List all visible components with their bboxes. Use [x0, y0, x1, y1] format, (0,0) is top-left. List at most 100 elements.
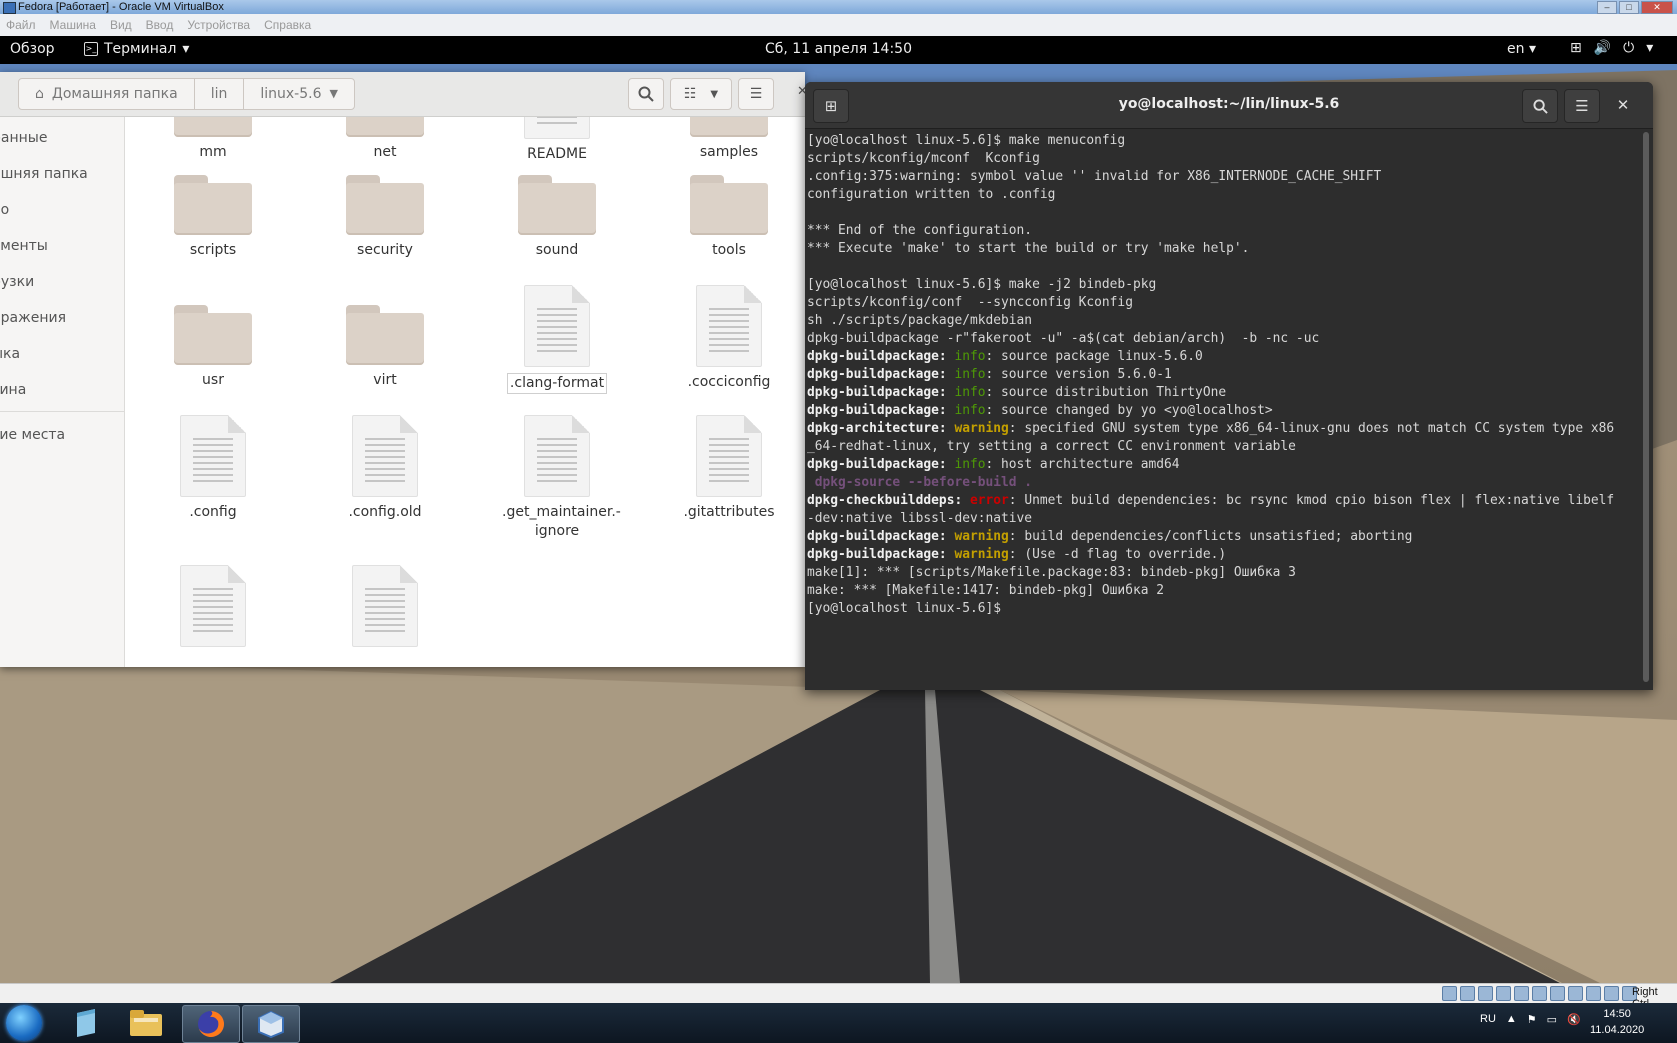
terminal-text: warning — [954, 547, 1009, 562]
file-item[interactable]: .gitattributes — [659, 415, 799, 522]
terminal-line: scripts/kconfig/conf --syncconfig Kconfi… — [807, 294, 1637, 312]
file-item[interactable] — [315, 565, 455, 653]
path-segment-lin[interactable]: lin — [195, 79, 245, 109]
network-icon[interactable] — [1496, 986, 1511, 1001]
file-item[interactable]: scripts — [143, 175, 283, 260]
file-item[interactable]: samples — [659, 117, 799, 162]
file-item[interactable]: virt — [315, 305, 455, 390]
hard-disk-icon[interactable] — [1442, 986, 1457, 1001]
terminal-close-button[interactable]: ✕ — [1606, 89, 1640, 121]
terminal-search-button[interactable] — [1522, 89, 1558, 123]
keyboard-layout-label: en — [1507, 41, 1525, 57]
maximize-button[interactable]: □ — [1619, 1, 1639, 14]
taskbar-app-explorer[interactable] — [118, 1005, 174, 1041]
vbox-menu-bar: Файл Машина Вид Ввод Устройства Справка — [0, 14, 1677, 37]
terminal-text: [yo@localhost linux-5.6]$ make menuconfi… — [807, 133, 1126, 148]
taskbar-app-firefox[interactable] — [182, 1005, 240, 1043]
sidebar-item-pictures[interactable]: бражения — [0, 310, 66, 326]
terminal-line: dpkg-buildpackage: warning: (Use -d flag… — [807, 546, 1637, 564]
file-item[interactable] — [143, 565, 283, 653]
close-icon[interactable]: ✕ — [797, 84, 805, 99]
sidebar-item-recent[interactable]: ранные — [0, 130, 47, 146]
menu-machine[interactable]: Машина — [50, 18, 96, 32]
keyboard-layout-indicator[interactable]: en ▾ — [1507, 41, 1536, 57]
close-button[interactable]: ✕ — [1641, 1, 1673, 14]
sidebar-item-other-locations[interactable]: гие места — [0, 427, 65, 443]
sidebar-item-downloads[interactable]: рузки — [0, 274, 34, 290]
terminal-output[interactable]: [yo@localhost linux-5.6]$ make menuconfi… — [807, 132, 1637, 682]
tray-language[interactable]: RU — [1480, 1013, 1496, 1026]
file-name: net — [373, 144, 397, 160]
recording-icon[interactable] — [1568, 986, 1583, 1001]
taskbar-app-notes[interactable] — [58, 1005, 114, 1041]
sidebar-item-videos[interactable]: ео — [0, 202, 9, 218]
terminal-window: ⊞ yo@localhost:~/lin/linux-5.6 ☰ ✕ [yo@l… — [805, 82, 1653, 690]
file-item[interactable]: security — [315, 175, 455, 260]
search-icon — [638, 86, 654, 102]
menu-view[interactable]: Вид — [110, 18, 132, 32]
terminal-text: scripts/kconfig/conf --syncconfig Kconfi… — [807, 295, 1133, 310]
terminal-line: dpkg-checkbuilddeps: error: Unmet build … — [807, 492, 1637, 510]
file-name: .gitattributes — [683, 504, 775, 520]
shared-folders-icon[interactable] — [1532, 986, 1547, 1001]
file-item[interactable]: sound — [487, 175, 627, 260]
volume-muted-icon[interactable]: 🔇 — [1567, 1013, 1581, 1026]
audio-icon[interactable] — [1478, 986, 1493, 1001]
menu-file[interactable]: Файл — [6, 18, 36, 32]
terminal-scrollbar[interactable] — [1643, 132, 1649, 682]
files-window: ⌂ Домашняя папка lin linux-5.6 ▼ ☷ ▼ ☰ ✕… — [0, 72, 805, 667]
taskbar-app-virtualbox[interactable] — [242, 1005, 300, 1043]
action-center-icon[interactable]: ⚑ — [1527, 1013, 1537, 1026]
sidebar-item-home[interactable]: ашняя папка — [0, 166, 88, 182]
main-menu-button[interactable]: ☰ — [738, 78, 774, 110]
search-button[interactable] — [628, 78, 664, 110]
file-item[interactable]: .config.old — [315, 415, 455, 522]
file-item[interactable]: .clang-format — [487, 285, 627, 394]
menu-input[interactable]: Ввод — [146, 18, 174, 32]
path-segment-home[interactable]: ⌂ Домашняя папка — [19, 79, 195, 109]
cpu-icon[interactable] — [1586, 986, 1601, 1001]
virtualbox-icon — [3, 2, 16, 14]
file-name: virt — [373, 372, 397, 388]
file-item[interactable]: usr — [143, 305, 283, 390]
tray-expand-icon[interactable]: ▲ — [1506, 1013, 1517, 1026]
start-button[interactable] — [6, 1005, 42, 1041]
network-icon[interactable]: ▭ — [1547, 1013, 1557, 1026]
sidebar-item-trash[interactable]: зина — [0, 382, 26, 398]
file-name: usr — [202, 372, 224, 388]
minimize-button[interactable]: – — [1597, 1, 1617, 14]
terminal-text: error — [969, 493, 1009, 508]
menu-help[interactable]: Справка — [264, 18, 311, 32]
file-item[interactable]: .get_maintainer.-ignore — [487, 415, 627, 541]
file-item[interactable]: mm — [143, 117, 283, 162]
sidebar-item-documents[interactable]: ументы — [0, 238, 48, 254]
terminal-text: : Unmet build dependencies: bc rsync kmo… — [1008, 493, 1615, 508]
system-menu[interactable]: ⊞ 🔊 ⏻ ▾ — [1570, 40, 1653, 56]
file-item[interactable]: .config — [143, 415, 283, 522]
menu-devices[interactable]: Устройства — [187, 18, 250, 32]
top-bar-clock[interactable]: Сб, 11 апреля 14:50 — [0, 41, 1677, 57]
usb-icon[interactable] — [1514, 986, 1529, 1001]
folder-icon — [174, 175, 252, 235]
terminal-menu-button[interactable]: ☰ — [1564, 89, 1600, 123]
taskbar-clock[interactable]: 14:50 11.04.2020 — [1590, 1006, 1644, 1038]
file-item[interactable]: net — [315, 117, 455, 162]
file-item[interactable]: README — [487, 117, 627, 164]
terminal-text: info — [954, 403, 986, 418]
path-segment-linux[interactable]: linux-5.6 ▼ — [244, 79, 354, 109]
terminal-line: -dev:native libssl-dev:native — [807, 510, 1637, 528]
display-icon[interactable] — [1550, 986, 1565, 1001]
sidebar-item-music[interactable]: ыка — [0, 346, 20, 362]
file-name: .config.old — [348, 504, 422, 520]
optical-drive-icon[interactable] — [1460, 986, 1475, 1001]
file-item[interactable]: .cocciconfig — [659, 285, 799, 392]
terminal-text: dpkg-architecture: — [807, 421, 947, 436]
terminal-text: -dev:native libssl-dev:native — [807, 511, 1033, 526]
file-name: .cocciconfig — [687, 374, 771, 390]
file-item[interactable]: tools — [659, 175, 799, 260]
view-options-button[interactable]: ☷ ▼ — [670, 78, 732, 110]
mouse-integration-icon[interactable] — [1604, 986, 1619, 1001]
files-header-bar: ⌂ Домашняя папка lin linux-5.6 ▼ ☷ ▼ ☰ ✕ — [0, 72, 805, 117]
